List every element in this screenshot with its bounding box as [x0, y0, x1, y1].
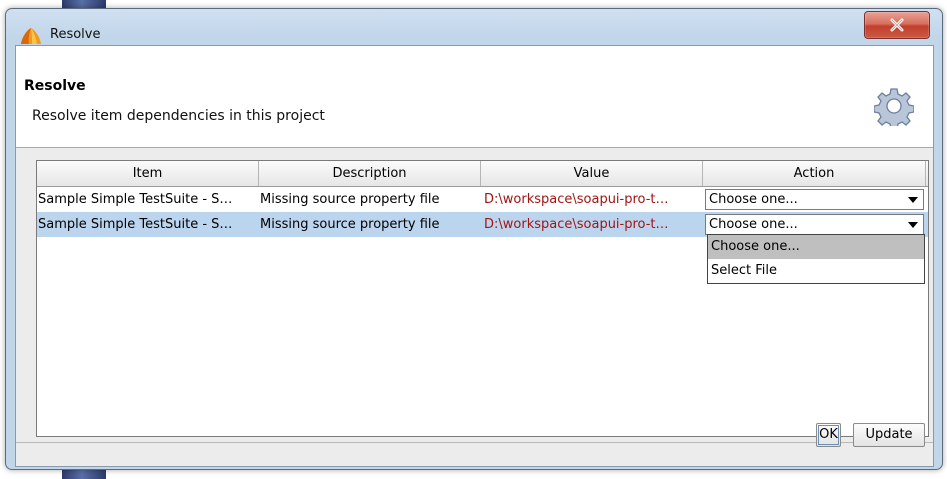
item-cell: Sample Simple TestSuite - S… — [38, 192, 233, 207]
action-select[interactable]: Choose one... — [705, 214, 924, 235]
chevron-down-icon — [908, 197, 918, 203]
resolve-dialog: Resolve Resolve Resolve item dependencie… — [5, 8, 943, 470]
value-cell: D:\workspace\soapui-pro-t… — [484, 192, 669, 207]
column-header-item[interactable]: Item — [37, 161, 259, 186]
description-cell: Missing source property file — [260, 217, 440, 232]
column-header-description[interactable]: Description — [259, 161, 481, 186]
item-cell: Sample Simple TestSuite - S… — [38, 217, 233, 232]
dialog-header: Resolve Resolve item dependencies in thi… — [16, 46, 933, 148]
dialog-body: Resolve Resolve item dependencies in thi… — [15, 45, 934, 467]
action-dropdown-list: Choose one... Select File — [707, 234, 925, 284]
soapui-app-icon — [21, 28, 41, 44]
ok-button[interactable]: OK — [816, 423, 841, 447]
column-header-action[interactable]: Action — [703, 161, 926, 186]
action-select-value: Choose one... — [709, 217, 798, 232]
gear-icon — [874, 88, 914, 126]
action-select[interactable]: Choose one... — [705, 189, 924, 210]
action-select-value: Choose one... — [709, 192, 798, 207]
chevron-down-icon — [908, 222, 918, 228]
dependencies-table: Item Description Value Action Sample Sim… — [36, 160, 929, 437]
dropdown-option-choose-one[interactable]: Choose one... — [708, 235, 924, 259]
dropdown-option-select-file[interactable]: Select File — [708, 259, 924, 283]
header-subtitle: Resolve item dependencies in this projec… — [32, 108, 325, 124]
table-header: Item Description Value Action — [37, 161, 928, 187]
close-icon — [890, 18, 904, 32]
footer-divider — [16, 442, 933, 443]
close-button[interactable] — [864, 11, 930, 39]
description-cell: Missing source property file — [260, 192, 440, 207]
column-header-value[interactable]: Value — [481, 161, 703, 186]
value-cell: D:\workspace\soapui-pro-t… — [484, 217, 669, 232]
window-title: Resolve — [50, 27, 101, 42]
update-button[interactable]: Update — [853, 423, 925, 447]
header-title: Resolve — [24, 78, 86, 94]
table-row[interactable]: Sample Simple TestSuite - S… Missing sou… — [37, 187, 928, 212]
